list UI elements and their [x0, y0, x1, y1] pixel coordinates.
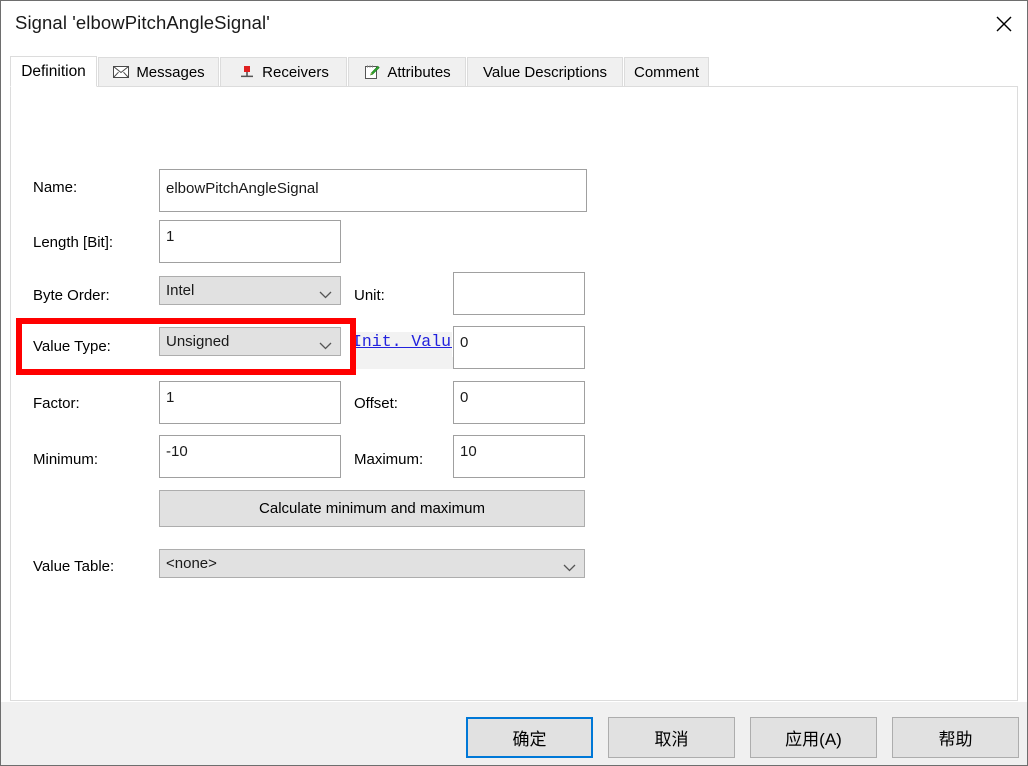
- value-type-label: Value Type:: [33, 338, 111, 355]
- unit-input[interactable]: [453, 272, 585, 315]
- dialog-footer: 确定 取消 应用(A) 帮助: [1, 702, 1027, 765]
- apply-button[interactable]: 应用(A): [750, 717, 877, 758]
- factor-input[interactable]: 1: [159, 381, 341, 424]
- offset-input[interactable]: 0: [453, 381, 585, 424]
- title-bar: Signal 'elbowPitchAngleSignal': [1, 1, 1027, 48]
- byte-order-label: Byte Order:: [33, 287, 110, 304]
- factor-label: Factor:: [33, 395, 80, 412]
- page-title: Signal 'elbowPitchAngleSignal': [15, 12, 270, 33]
- value-table-value: <none>: [166, 555, 217, 572]
- tab-strip: Definition Messages Receivers Attributes…: [10, 56, 1018, 87]
- tab-comment[interactable]: Comment: [624, 57, 709, 87]
- tab-messages[interactable]: Messages: [98, 57, 219, 87]
- maximum-label: Maximum:: [354, 451, 424, 468]
- init-value-input[interactable]: 0: [453, 326, 585, 369]
- red-pin-icon: [238, 64, 255, 81]
- init-value-link-clip: Init. Value: [352, 332, 452, 357]
- signal-dialog-window: Signal 'elbowPitchAngleSignal' Definitio…: [0, 0, 1028, 766]
- length-bit-label: Length [Bit]:: [33, 234, 114, 251]
- ok-button[interactable]: 确定: [466, 717, 593, 758]
- unit-label: Unit:: [354, 287, 385, 304]
- tab-label: Attributes: [387, 63, 451, 81]
- value-table-label: Value Table:: [33, 558, 115, 575]
- help-button[interactable]: 帮助: [892, 717, 1019, 758]
- minimum-label: Minimum:: [33, 451, 99, 468]
- value-table-select[interactable]: <none>: [159, 549, 585, 578]
- value-type-select[interactable]: Unsigned: [159, 327, 341, 356]
- close-icon[interactable]: [980, 1, 1027, 46]
- tab-label: Comment: [633, 63, 700, 81]
- value-type-value: Unsigned: [166, 333, 230, 350]
- notepad-pencil-icon: [363, 64, 380, 81]
- chevron-down-icon: [319, 286, 332, 298]
- tab-attributes[interactable]: Attributes: [348, 57, 466, 87]
- minimum-input[interactable]: -10: [159, 435, 341, 478]
- byte-order-select[interactable]: Intel: [159, 276, 341, 305]
- tab-value-descriptions[interactable]: Value Descriptions: [467, 57, 623, 87]
- envelope-icon: [112, 64, 129, 81]
- tab-definition[interactable]: Definition: [10, 56, 97, 87]
- tab-label: Value Descriptions: [483, 63, 607, 81]
- tab-receivers[interactable]: Receivers: [220, 57, 347, 87]
- cancel-button[interactable]: 取消: [608, 717, 735, 758]
- byte-order-value: Intel: [166, 282, 195, 299]
- name-input[interactable]: elbowPitchAngleSignal: [159, 169, 587, 212]
- init-value-link[interactable]: Init. Value: [352, 332, 452, 351]
- length-bit-input[interactable]: 1: [159, 220, 341, 263]
- chevron-down-icon: [319, 337, 332, 349]
- tab-label: Messages: [136, 63, 205, 81]
- init-value-underlay: [352, 357, 453, 369]
- offset-label: Offset:: [354, 395, 398, 412]
- calculate-min-max-button[interactable]: Calculate minimum and maximum: [159, 490, 585, 527]
- definition-panel: Name: elbowPitchAngleSignal Length [Bit]…: [10, 86, 1018, 701]
- tab-label: Definition: [21, 62, 86, 80]
- maximum-input[interactable]: 10: [453, 435, 585, 478]
- chevron-down-icon: [563, 559, 576, 571]
- name-label: Name:: [33, 179, 78, 196]
- tab-label: Receivers: [262, 63, 329, 81]
